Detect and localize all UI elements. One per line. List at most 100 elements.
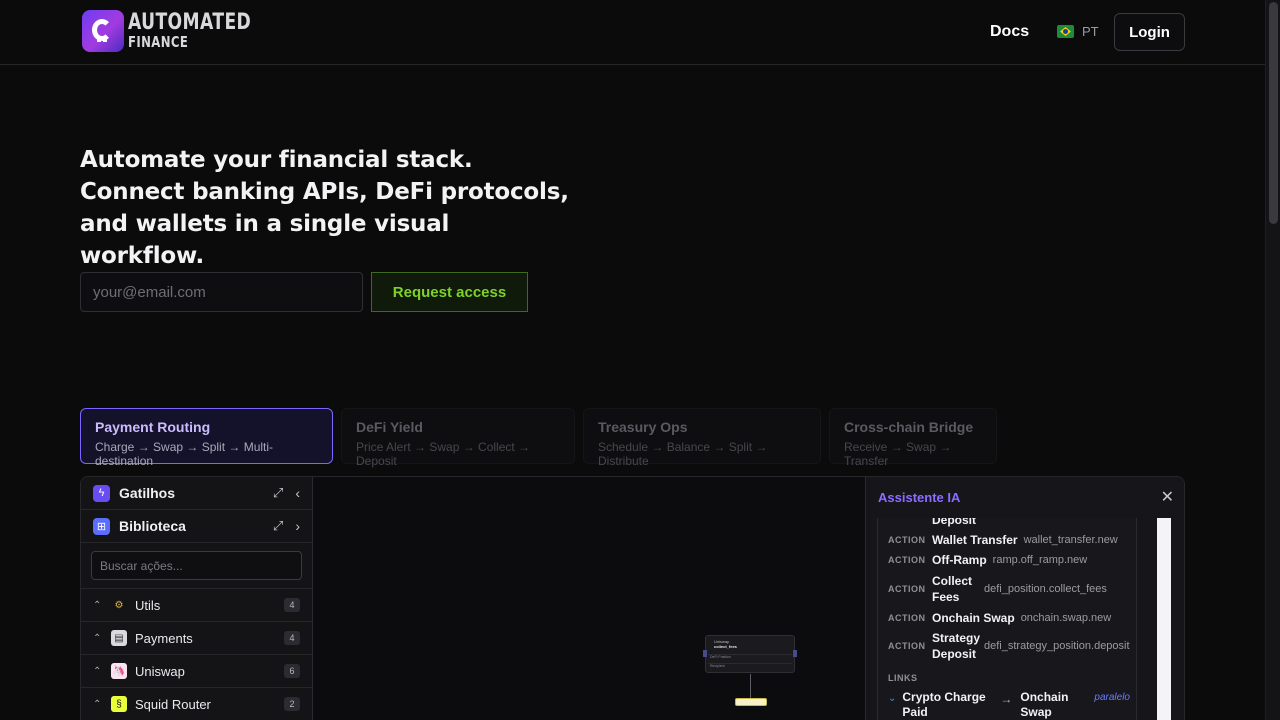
link-mode: paralelo [1094,692,1130,703]
chevron-right-icon[interactable]: › [295,518,300,534]
ai-action-row: ACTION Off-Ramp ramp.off_ramp.new [888,552,1087,568]
category-label: Utils [135,597,161,613]
library-label: Biblioteca [119,518,186,534]
links-heading: LINKS [888,673,918,683]
tools-icon: ⚙ [114,599,124,611]
action-name: Off-Ramp [932,553,987,567]
logo-mark-icon [82,10,124,52]
ai-action-row: ACTION Collect Fees defi_position.collec… [888,573,1107,605]
actions-sidebar: ϟ Gatilhos ⤢ ‹ ⊞ Biblioteca ⤢ › ⌃ ⚙ Util… [81,477,313,720]
ai-assistant-panel: Assistente IA ✕ Deposit ACTION Wallet Tr… [865,477,1184,720]
page-scrollbar[interactable] [1265,0,1280,720]
triggers-section-header[interactable]: ϟ Gatilhos ⤢ ‹ [81,477,312,510]
workflow-canvas[interactable]: Uniswap collect_fees DeFi Position Recip… [314,477,864,720]
top-header: AUTOMATED FINANCE Docs PT Login [0,0,1265,65]
logo-line-1: AUTOMATED [128,10,252,35]
category-label: Payments [135,630,193,646]
chevron-up-icon: ⌃ [93,632,102,644]
arrow-right-icon: → [1000,692,1013,706]
action-code: defi_position.collect_fees [984,583,1107,595]
action-code: ramp.off_ramp.new [992,554,1088,566]
tab-title: Cross-chain Bridge [844,419,974,435]
category-uniswap[interactable]: ⌃ 🦄 Uniswap 6 [81,655,312,688]
ai-assistant-content[interactable]: Deposit ACTION Wallet Transfer wallet_tr… [877,518,1137,720]
node-connection-edge [750,674,751,698]
expand-icon[interactable]: ⤢ [273,485,283,501]
workflow-node-next[interactable] [735,698,767,706]
logo-text: AUTOMATED FINANCE [128,12,286,50]
action-tag: ACTION [888,613,926,623]
expand-icon[interactable]: ⤢ [273,518,283,534]
category-utils[interactable]: ⌃ ⚙ Utils 4 [81,589,312,622]
action-name: Strategy Deposit [932,631,981,661]
action-code: wallet_transfer.new [1023,534,1118,546]
language-selector[interactable]: PT [1057,24,1099,39]
tab-subtitle: Price Alert → Swap → Collect → Deposit [356,440,531,468]
logo[interactable]: AUTOMATED FINANCE [82,10,286,52]
category-payments[interactable]: ⌃ ▤ Payments 4 [81,622,312,655]
action-tag: ACTION [888,584,926,594]
workflow-node-collect-fees[interactable]: Uniswap collect_fees DeFi Position Recip… [703,635,797,673]
node-title: Uniswap collect_fees [714,639,737,649]
action-name: Onchain Swap [932,611,1015,625]
language-code: PT [1082,24,1099,39]
scrollbar-thumb[interactable] [1269,2,1278,224]
chevron-down-icon[interactable]: ⌄ [888,693,896,704]
tab-payment-routing[interactable]: Payment Routing Charge → Swap → Split → … [80,408,333,468]
tab-cross-chain-bridge[interactable]: Cross-chain Bridge Receive → Swap → Tran… [829,408,997,468]
category-label: Squid Router [135,696,211,712]
node-field[interactable]: DeFi Position [708,654,792,662]
chevron-left-icon[interactable]: ‹ [295,485,300,501]
action-name: Collect Fees [932,574,973,604]
node-output-port[interactable] [793,650,797,657]
link-source: Crypto Charge Paid [902,690,986,719]
logo-line-2: FINANCE [128,33,189,51]
action-name: Wallet Transfer [932,533,1018,547]
action-tag: ACTION [888,555,926,565]
action-tag: ACTION [888,535,926,545]
tab-subtitle: Receive → Swap → Transfer [844,440,952,468]
tab-defi-yield[interactable]: DeFi Yield Price Alert → Swap → Collect … [341,408,575,468]
search-wrapper [81,543,312,589]
login-button[interactable]: Login [1114,13,1185,51]
tab-title: DeFi Yield [356,419,423,435]
hero-title: Automate your financial stack. Connect b… [80,147,569,269]
bank-icon: ▤ [111,630,127,646]
brazil-flag-icon [1057,25,1074,38]
close-icon[interactable]: ✕ [1161,487,1174,507]
squid-icon: § [111,696,127,712]
ai-action-row: ACTION Wallet Transfer wallet_transfer.n… [888,532,1118,548]
action-name: Deposit [932,518,977,527]
node-action-name: collect_fees [714,644,737,649]
library-section-header[interactable]: ⊞ Biblioteca ⤢ › [81,510,312,543]
category-count: 2 [284,697,300,711]
page: AUTOMATED FINANCE Docs PT Login Automate… [0,0,1280,720]
ai-link-row[interactable]: ⌄ Crypto Charge Paid → Onchain Swap para… [888,690,1136,720]
tab-title: Treasury Ops [598,419,688,435]
email-input[interactable] [80,272,363,312]
node-field[interactable]: Recipient [708,663,792,671]
chevron-up-icon: ⌃ [93,665,102,677]
request-access-button[interactable]: Request access [371,272,528,312]
category-squid-router[interactable]: ⌃ § Squid Router 2 [81,688,312,720]
node-input-port[interactable] [703,650,707,657]
ai-panel-scrollbar[interactable] [1157,518,1171,720]
workflow-workspace: ϟ Gatilhos ⤢ ‹ ⊞ Biblioteca ⤢ › ⌃ ⚙ Util… [80,476,1185,720]
search-actions-input[interactable] [91,551,302,580]
ai-assistant-header: Assistente IA ✕ [866,477,1184,517]
action-code: defi_strategy_position.deposit [984,640,1130,652]
tab-subtitle: Schedule → Balance → Split → Distribute [598,440,768,468]
action-code: onchain.swap.new [1020,612,1112,624]
uniswap-icon: 🦄 [111,663,127,679]
ai-action-row: ACTION Strategy Deposit defi_strategy_po… [888,630,1130,662]
category-count: 4 [284,631,300,645]
tab-subtitle: Charge → Swap → Split → Multi-destinatio… [95,440,274,468]
grid-icon: ⊞ [93,517,110,535]
ai-partial-row: Deposit [932,518,982,528]
tab-treasury-ops[interactable]: Treasury Ops Schedule → Balance → Split … [583,408,821,468]
category-label: Uniswap [135,663,185,679]
action-tag: ACTION [888,641,926,651]
category-count: 6 [284,664,300,678]
docs-link[interactable]: Docs [990,23,1029,41]
chevron-up-icon: ⌃ [93,599,102,611]
